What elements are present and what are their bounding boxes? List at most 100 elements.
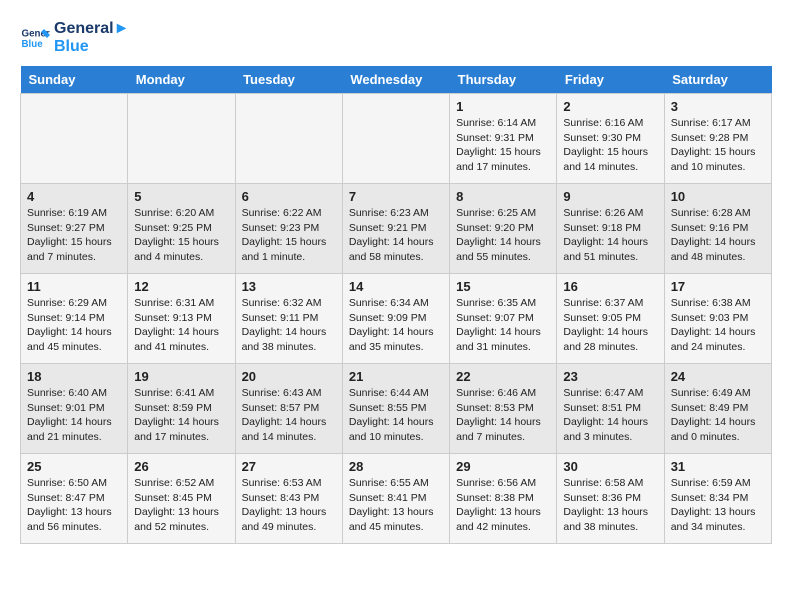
day-detail: Sunrise: 6:20 AMSunset: 9:25 PMDaylight:…	[134, 206, 228, 265]
calendar-cell: 6 Sunrise: 6:22 AMSunset: 9:23 PMDaylight…	[235, 184, 342, 274]
calendar-cell: 15 Sunrise: 6:35 AMSunset: 9:07 PMDayligh…	[450, 274, 557, 364]
calendar-week-1: 1Sunrise: 6:14 AMSunset: 9:31 PMDaylight…	[21, 94, 772, 184]
weekday-header-monday: Monday	[128, 66, 235, 94]
day-detail: Sunrise: 6:49 AMSunset: 8:49 PMDaylight:…	[671, 386, 765, 445]
calendar-cell	[342, 94, 449, 184]
calendar-cell: 9 Sunrise: 6:26 AMSunset: 9:18 PMDaylight…	[557, 184, 664, 274]
calendar-cell	[235, 94, 342, 184]
day-number: 27	[242, 459, 336, 474]
calendar-cell: 16 Sunrise: 6:37 AMSunset: 9:05 PMDayligh…	[557, 274, 664, 364]
day-detail: Sunrise: 6:43 AMSunset: 8:57 PMDaylight:…	[242, 386, 336, 445]
day-number: 20	[242, 369, 336, 384]
calendar-cell: 13Sunrise: 6:32 AMSunset: 9:11 PMDayligh…	[235, 274, 342, 364]
day-number: 9	[563, 189, 657, 204]
day-number: 2	[563, 99, 657, 114]
day-number: 15	[456, 279, 550, 294]
calendar-cell: 30Sunrise: 6:58 AMSunset: 8:36 PMDayligh…	[557, 454, 664, 544]
day-detail: Sunrise: 6:52 AMSunset: 8:45 PMDaylight:…	[134, 476, 228, 535]
calendar-cell: 23 Sunrise: 6:47 AMSunset: 8:51 PMDayligh…	[557, 364, 664, 454]
day-number: 8	[456, 189, 550, 204]
day-detail: Sunrise: 6:26 AMSunset: 9:18 PMDaylight:…	[563, 206, 657, 265]
calendar-cell: 12Sunrise: 6:31 AMSunset: 9:13 PMDayligh…	[128, 274, 235, 364]
day-detail: Sunrise: 6:17 AMSunset: 9:28 PMDaylight:…	[671, 116, 765, 175]
calendar-cell: 3 Sunrise: 6:17 AMSunset: 9:28 PMDaylight…	[664, 94, 771, 184]
day-detail: Sunrise: 6:35 AMSunset: 9:07 PMDaylight:…	[456, 296, 550, 355]
day-number: 3	[671, 99, 765, 114]
calendar-cell: 28 Sunrise: 6:55 AMSunset: 8:41 PMDayligh…	[342, 454, 449, 544]
day-detail: Sunrise: 6:55 AMSunset: 8:41 PMDaylight:…	[349, 476, 443, 535]
day-number: 5	[134, 189, 228, 204]
day-detail: Sunrise: 6:40 AMSunset: 9:01 PMDaylight:…	[27, 386, 121, 445]
calendar-cell: 4Sunrise: 6:19 AMSunset: 9:27 PMDaylight…	[21, 184, 128, 274]
day-number: 23	[563, 369, 657, 384]
day-number: 26	[134, 459, 228, 474]
day-number: 1	[456, 99, 550, 114]
day-number: 16	[563, 279, 657, 294]
day-number: 22	[456, 369, 550, 384]
day-detail: Sunrise: 6:59 AMSunset: 8:34 PMDaylight:…	[671, 476, 765, 535]
svg-text:Blue: Blue	[22, 39, 44, 50]
day-detail: Sunrise: 6:47 AMSunset: 8:51 PMDaylight:…	[563, 386, 657, 445]
calendar-cell: 27 Sunrise: 6:53 AMSunset: 8:43 PMDayligh…	[235, 454, 342, 544]
calendar-cell: 18 Sunrise: 6:40 AMSunset: 9:01 PMDayligh…	[21, 364, 128, 454]
calendar-cell: 11 Sunrise: 6:29 AMSunset: 9:14 PMDayligh…	[21, 274, 128, 364]
calendar-cell: 31 Sunrise: 6:59 AMSunset: 8:34 PMDayligh…	[664, 454, 771, 544]
day-detail: Sunrise: 6:56 AMSunset: 8:38 PMDaylight:…	[456, 476, 550, 535]
day-number: 14	[349, 279, 443, 294]
day-detail: Sunrise: 6:58 AMSunset: 8:36 PMDaylight:…	[563, 476, 657, 535]
day-number: 10	[671, 189, 765, 204]
calendar-week-5: 25Sunrise: 6:50 AMSunset: 8:47 PMDayligh…	[21, 454, 772, 544]
day-number: 18	[27, 369, 121, 384]
logo-icon: General Blue	[20, 23, 50, 53]
calendar-cell: 1Sunrise: 6:14 AMSunset: 9:31 PMDaylight…	[450, 94, 557, 184]
day-number: 6	[242, 189, 336, 204]
day-detail: Sunrise: 6:37 AMSunset: 9:05 PMDaylight:…	[563, 296, 657, 355]
calendar-cell: 21 Sunrise: 6:44 AMSunset: 8:55 PMDayligh…	[342, 364, 449, 454]
day-detail: Sunrise: 6:53 AMSunset: 8:43 PMDaylight:…	[242, 476, 336, 535]
day-number: 24	[671, 369, 765, 384]
day-number: 11	[27, 279, 121, 294]
calendar-cell: 26 Sunrise: 6:52 AMSunset: 8:45 PMDayligh…	[128, 454, 235, 544]
day-detail: Sunrise: 6:16 AMSunset: 9:30 PMDaylight:…	[563, 116, 657, 175]
calendar-cell: 5 Sunrise: 6:20 AMSunset: 9:25 PMDaylight…	[128, 184, 235, 274]
calendar-cell: 17Sunrise: 6:38 AMSunset: 9:03 PMDayligh…	[664, 274, 771, 364]
weekday-header-saturday: Saturday	[664, 66, 771, 94]
day-number: 12	[134, 279, 228, 294]
weekday-header-wednesday: Wednesday	[342, 66, 449, 94]
day-number: 31	[671, 459, 765, 474]
day-number: 21	[349, 369, 443, 384]
weekday-header-thursday: Thursday	[450, 66, 557, 94]
day-detail: Sunrise: 6:38 AMSunset: 9:03 PMDaylight:…	[671, 296, 765, 355]
weekday-header-friday: Friday	[557, 66, 664, 94]
calendar-cell: 7Sunrise: 6:23 AMSunset: 9:21 PMDaylight…	[342, 184, 449, 274]
day-number: 25	[27, 459, 121, 474]
calendar-cell: 10 Sunrise: 6:28 AMSunset: 9:16 PMDayligh…	[664, 184, 771, 274]
day-number: 28	[349, 459, 443, 474]
calendar-cell: 24 Sunrise: 6:49 AMSunset: 8:49 PMDayligh…	[664, 364, 771, 454]
day-number: 19	[134, 369, 228, 384]
day-detail: Sunrise: 6:28 AMSunset: 9:16 PMDaylight:…	[671, 206, 765, 265]
day-detail: Sunrise: 6:25 AMSunset: 9:20 PMDaylight:…	[456, 206, 550, 265]
day-detail: Sunrise: 6:34 AMSunset: 9:09 PMDaylight:…	[349, 296, 443, 355]
calendar-cell: 14 Sunrise: 6:34 AMSunset: 9:09 PMDayligh…	[342, 274, 449, 364]
calendar-week-2: 4Sunrise: 6:19 AMSunset: 9:27 PMDaylight…	[21, 184, 772, 274]
weekday-header-sunday: Sunday	[21, 66, 128, 94]
logo-line2: Blue	[54, 38, 129, 56]
calendar-header: SundayMondayTuesdayWednesdayThursdayFrid…	[21, 66, 772, 94]
calendar-cell	[21, 94, 128, 184]
calendar-cell: 20 Sunrise: 6:43 AMSunset: 8:57 PMDayligh…	[235, 364, 342, 454]
calendar-cell: 19 Sunrise: 6:41 AMSunset: 8:59 PMDayligh…	[128, 364, 235, 454]
day-detail: Sunrise: 6:23 AMSunset: 9:21 PMDaylight:…	[349, 206, 443, 265]
day-detail: Sunrise: 6:44 AMSunset: 8:55 PMDaylight:…	[349, 386, 443, 445]
calendar-week-4: 18 Sunrise: 6:40 AMSunset: 9:01 PMDayligh…	[21, 364, 772, 454]
calendar-cell: 25Sunrise: 6:50 AMSunset: 8:47 PMDayligh…	[21, 454, 128, 544]
calendar-cell	[128, 94, 235, 184]
day-detail: Sunrise: 6:41 AMSunset: 8:59 PMDaylight:…	[134, 386, 228, 445]
day-detail: Sunrise: 6:29 AMSunset: 9:14 PMDaylight:…	[27, 296, 121, 355]
weekday-header-tuesday: Tuesday	[235, 66, 342, 94]
day-number: 4	[27, 189, 121, 204]
day-detail: Sunrise: 6:22 AMSunset: 9:23 PMDaylight:…	[242, 206, 336, 265]
calendar-table: SundayMondayTuesdayWednesdayThursdayFrid…	[20, 66, 772, 544]
calendar-week-3: 11 Sunrise: 6:29 AMSunset: 9:14 PMDayligh…	[21, 274, 772, 364]
calendar-cell: 8 Sunrise: 6:25 AMSunset: 9:20 PMDaylight…	[450, 184, 557, 274]
